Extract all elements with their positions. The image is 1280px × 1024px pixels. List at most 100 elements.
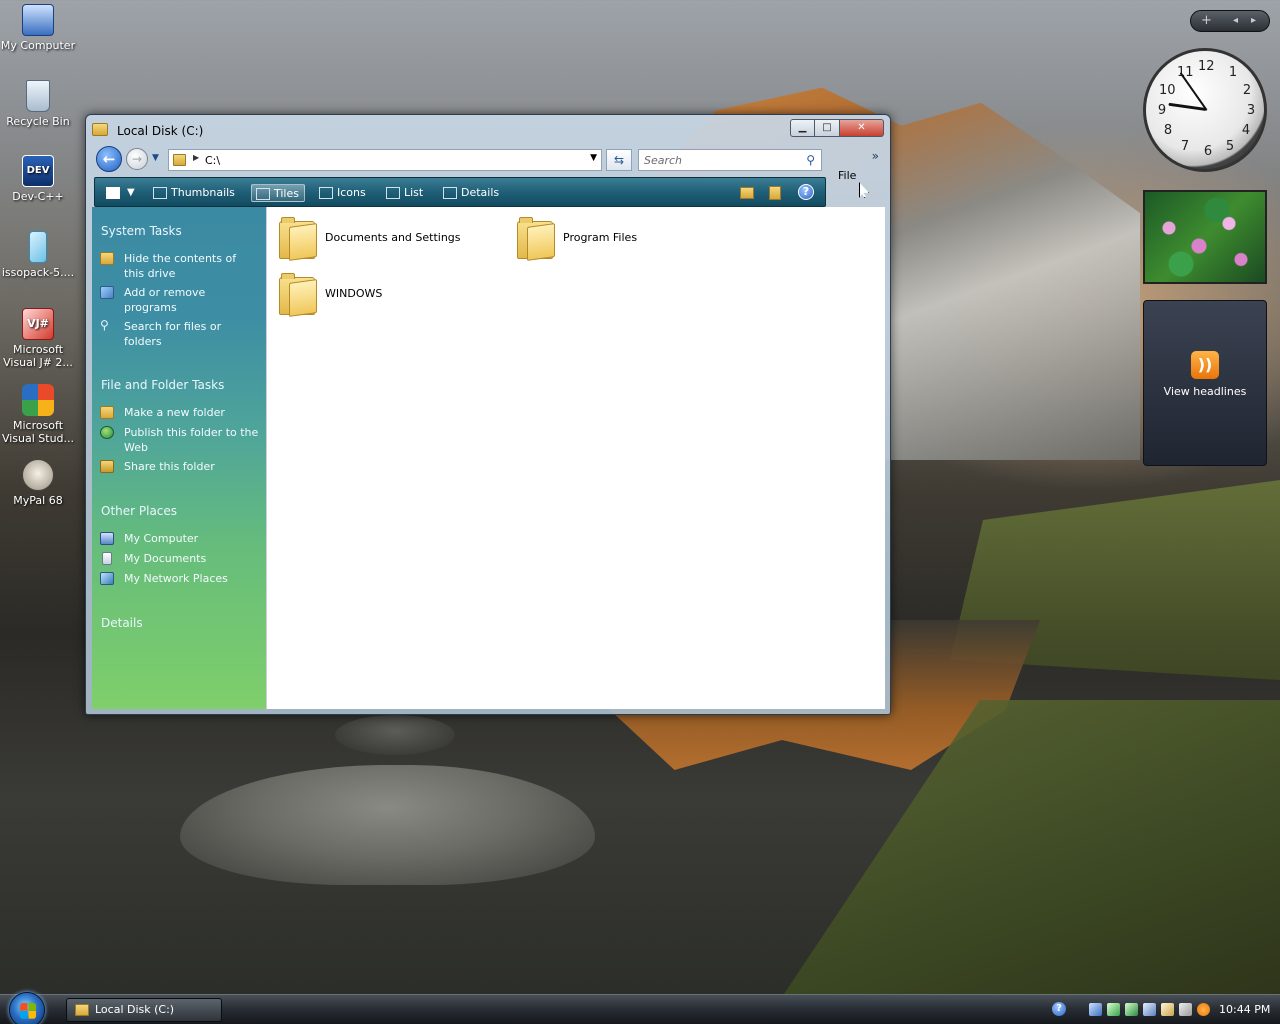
chevron-icon[interactable]: »	[872, 149, 879, 163]
tray-help-icon[interactable]: ?	[1052, 1002, 1066, 1016]
dev-cpp-icon: DEV	[22, 155, 54, 187]
new-folder-toolbar-button[interactable]	[738, 184, 756, 202]
back-button[interactable]: ←	[96, 146, 122, 172]
keyboard-tray-icon[interactable]	[1161, 1003, 1174, 1016]
details-view-button[interactable]: Details	[439, 184, 504, 202]
address-path: C:\	[205, 154, 221, 167]
system-tasks-heading[interactable]: System Tasks	[101, 224, 182, 238]
thumbnails-view-button[interactable]: Thumbnails	[149, 184, 240, 202]
clock-number: 6	[1203, 144, 1213, 159]
new-folder-icon	[100, 406, 114, 419]
folder-tile[interactable]: Program Files	[511, 215, 721, 263]
explorer-window: Local Disk (C:) ▁ □ ✕ ← → ▼ ▶ C:\ ▼ ⇆ Se…	[85, 114, 891, 715]
task-pane: System Tasks Hide the contents of this d…	[92, 207, 266, 709]
add-remove-programs-link[interactable]: Add or remove programs	[124, 285, 259, 315]
publish-to-web-link[interactable]: Publish this folder to the Web	[124, 425, 259, 455]
rss-icon: ))	[1191, 351, 1219, 379]
add-gadget-button[interactable]: +	[1201, 13, 1212, 28]
security-tray-icon[interactable]	[1107, 1003, 1120, 1016]
icons-view-button[interactable]: Icons	[315, 184, 371, 202]
clock-number: 8	[1163, 123, 1173, 138]
drive-icon	[75, 1004, 89, 1016]
taskbar-window-button[interactable]: Local Disk (C:)	[66, 998, 222, 1022]
computer-icon	[22, 4, 54, 36]
menu-overflow-area: » File	[829, 145, 885, 207]
close-button[interactable]: ✕	[840, 119, 884, 137]
file-menu-item[interactable]: File	[838, 169, 856, 182]
tiles-label: Tiles	[274, 187, 299, 200]
make-new-folder-link[interactable]: Make a new folder	[124, 405, 259, 420]
visual-studio-icon	[22, 384, 54, 416]
folder-icon	[279, 273, 317, 317]
search-tray-icon[interactable]	[1197, 1003, 1210, 1016]
network-tray-icon[interactable]	[1089, 1003, 1102, 1016]
update-tray-icon[interactable]	[1125, 1003, 1138, 1016]
my-documents-link[interactable]: My Documents	[124, 551, 259, 566]
mypal-icon	[22, 459, 54, 491]
clock-number: 2	[1242, 83, 1252, 98]
clock-number: 10	[1159, 83, 1176, 98]
desktop-icon-visual-studio[interactable]: Microsoft Visual Stud...	[0, 384, 76, 445]
desktop-icon-label: Recycle Bin	[6, 115, 70, 128]
setup-package-icon	[29, 231, 47, 263]
feed-headlines-gadget[interactable]: )) View headlines	[1143, 300, 1267, 466]
new-folder-icon	[740, 187, 754, 199]
desktop-icon-issopack[interactable]: issopack-5....	[0, 231, 76, 279]
breadcrumb-arrow-icon[interactable]: ▶	[193, 153, 199, 162]
maximize-button[interactable]: □	[815, 119, 840, 137]
folder-tile[interactable]: Documents and Settings	[273, 215, 483, 263]
my-computer-link[interactable]: My Computer	[124, 531, 259, 546]
recent-pages-dropdown[interactable]: ▼	[152, 153, 159, 163]
list-label: List	[404, 186, 424, 199]
icons-view-icon	[319, 187, 333, 199]
folder-tile[interactable]: WINDOWS	[273, 271, 483, 319]
share-folder-link[interactable]: Share this folder	[124, 459, 259, 474]
my-network-places-link[interactable]: My Network Places	[124, 571, 259, 586]
other-places-heading[interactable]: Other Places	[101, 504, 177, 518]
device-tray-icon[interactable]	[1143, 1003, 1156, 1016]
clock-number: 1	[1228, 65, 1238, 80]
desktop-icon-my-computer[interactable]: My Computer	[0, 4, 76, 52]
folder-options-toolbar-button[interactable]	[766, 184, 784, 202]
search-placeholder: Search	[644, 154, 683, 167]
tiles-view-button[interactable]: Tiles	[251, 184, 305, 202]
views-menu-button[interactable]: ▼	[103, 184, 141, 202]
taskbar-clock[interactable]: 10:44 PM	[1219, 1003, 1270, 1016]
minimize-button[interactable]: ▁	[790, 119, 815, 137]
computer-icon	[100, 532, 114, 545]
desktop-icon-mypal[interactable]: MyPal 68	[0, 459, 76, 507]
search-icon[interactable]: ⚲	[806, 153, 815, 167]
documents-icon	[102, 552, 112, 565]
prev-gadget-button[interactable]: ◂	[1233, 15, 1238, 26]
details-heading[interactable]: Details	[101, 616, 143, 630]
folder-icon	[173, 154, 186, 166]
caption-buttons: ▁ □ ✕	[790, 119, 884, 137]
next-gadget-button[interactable]: ▸	[1251, 15, 1256, 26]
desktop-icon-label: issopack-5....	[1, 266, 75, 279]
clock-gadget[interactable]: 12 1 2 3 4 5 6 7 8 9 10 11	[1143, 48, 1267, 172]
list-view-button[interactable]: List	[382, 184, 428, 202]
search-input[interactable]: Search ⚲	[638, 149, 822, 171]
language-tray-icon[interactable]	[1179, 1003, 1192, 1016]
desktop-icon-recycle-bin[interactable]: Recycle Bin	[0, 80, 76, 128]
add-remove-programs-icon	[100, 286, 114, 299]
start-button[interactable]	[9, 992, 45, 1024]
recycle-bin-icon	[26, 80, 50, 112]
details-label: Details	[461, 186, 500, 199]
help-button[interactable]: ?	[798, 184, 814, 200]
slideshow-gadget[interactable]	[1143, 190, 1267, 284]
search-files-link[interactable]: Search for files or folders	[124, 319, 259, 349]
title-bar[interactable]: Local Disk (C:) ▁ □ ✕	[92, 119, 884, 141]
forward-button[interactable]: →	[126, 148, 148, 170]
file-folder-tasks-heading[interactable]: File and Folder Tasks	[101, 378, 224, 392]
refresh-button[interactable]: ⇆	[606, 149, 632, 171]
address-dropdown-icon[interactable]: ▼	[590, 153, 597, 163]
taskbar: Local Disk (C:) ? 10:44 PM	[0, 992, 1280, 1024]
windows-logo-icon	[20, 1003, 36, 1019]
desktop-icon-visual-jsharp[interactable]: VJ# Microsoft Visual J# 2...	[0, 308, 76, 369]
desktop-icon-dev-cpp[interactable]: DEV Dev-C++	[0, 155, 76, 203]
wallpaper-rock	[180, 765, 595, 885]
hide-contents-link[interactable]: Hide the contents of this drive	[124, 251, 259, 281]
view-headlines-link[interactable]: View headlines	[1144, 385, 1266, 398]
address-field[interactable]: ▶ C:\ ▼	[168, 149, 602, 171]
